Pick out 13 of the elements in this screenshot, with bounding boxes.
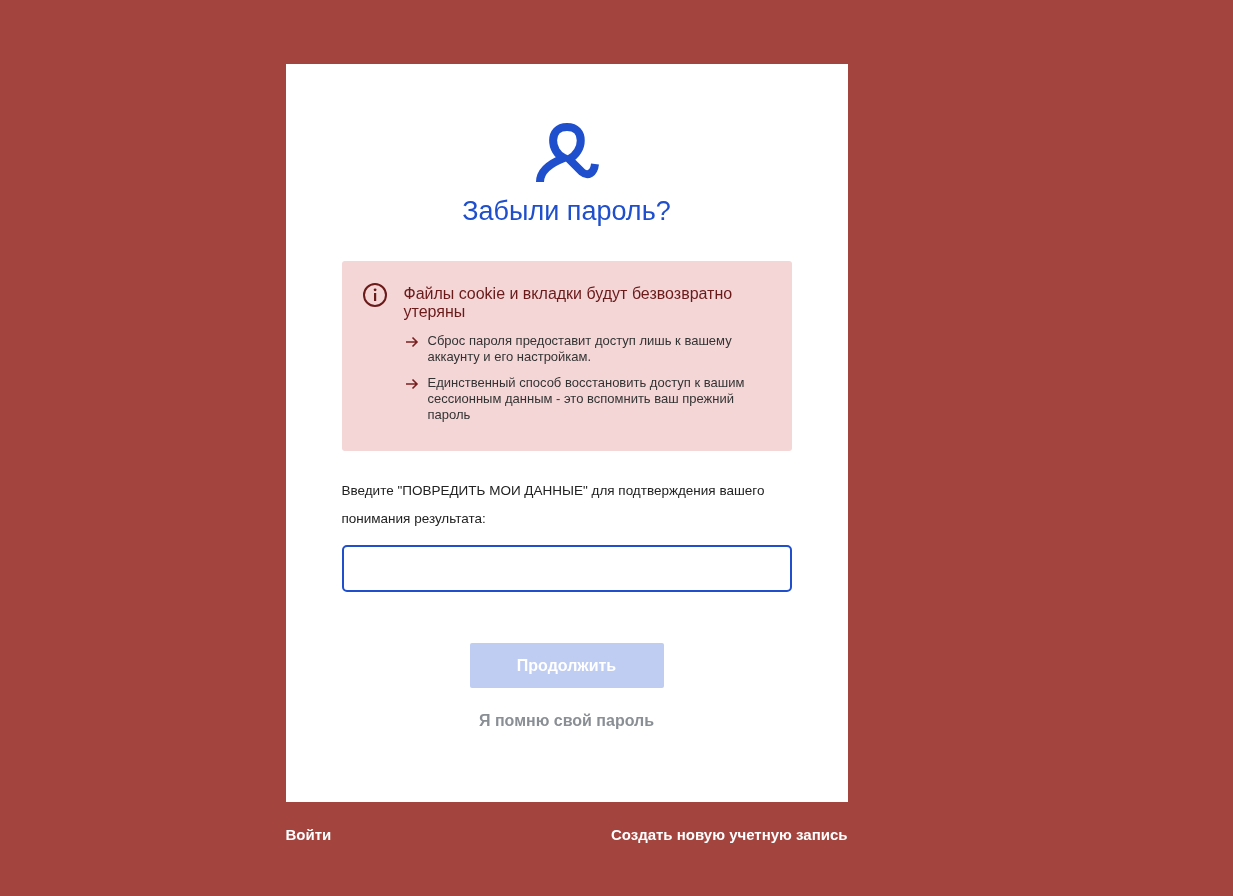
confirm-instructions: Введите "ПОВРЕДИТЬ МОИ ДАННЫЕ" для подтверждения вашего понимания результата: xyxy=(341,482,766,528)
warning-item: Единственный способ восстановить доступ к вашим сессионным данным - это вспомнить ваш прежний пароль xyxy=(427,375,746,423)
create-account-link[interactable]: Создать новую учетную запись xyxy=(610,826,848,843)
page-title: Забыли пароль? xyxy=(461,196,672,227)
arrow-right-icon xyxy=(403,334,420,350)
confirm-input-field[interactable] xyxy=(341,545,792,592)
logo-icon xyxy=(534,122,599,184)
remember-password-link[interactable]: Я помню свой пароль xyxy=(478,712,655,730)
info-icon xyxy=(361,282,388,308)
warning-item: Сброс пароля предоставит доступ лишь к вашему аккаунту и его настройкам. xyxy=(427,333,733,365)
sign-in-link[interactable]: Войти xyxy=(285,826,332,843)
warning-title: Файлы cookie и вкладки будут безвозвратно утеряны xyxy=(403,285,734,321)
arrow-right-icon xyxy=(403,376,420,392)
